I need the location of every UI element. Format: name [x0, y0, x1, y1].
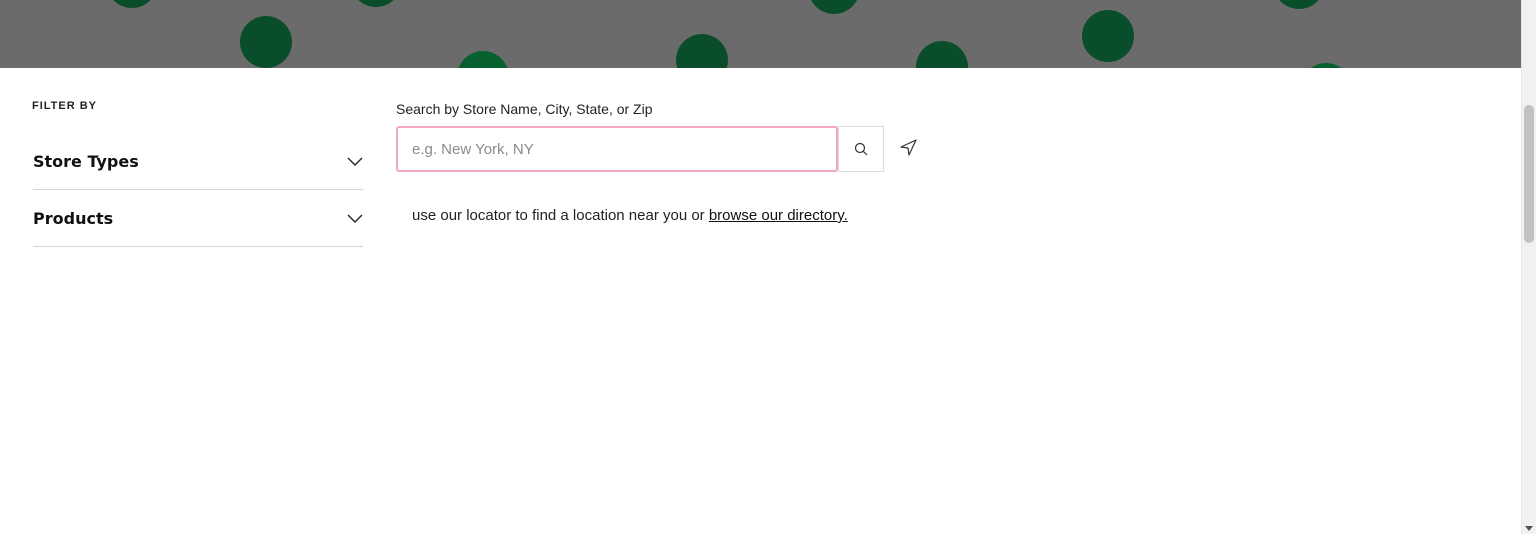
browse-directory-link[interactable]: browse our directory.	[709, 207, 848, 224]
banner-dot	[676, 34, 728, 68]
banner-dot	[240, 16, 292, 68]
search-input[interactable]	[398, 128, 836, 170]
banner-dot	[916, 41, 968, 68]
filter-store-types-label: Store Types	[33, 152, 139, 171]
banner-dot	[808, 0, 860, 14]
chevron-down-icon	[347, 157, 363, 166]
locator-message: use our locator to find a location near …	[412, 207, 848, 224]
banner-dot	[1082, 10, 1134, 62]
search-field[interactable]	[396, 126, 838, 172]
hero-banner	[0, 0, 1521, 68]
filter-store-types[interactable]: Store Types	[33, 133, 363, 190]
scroll-down-arrow-icon[interactable]	[1525, 526, 1533, 531]
banner-dot	[457, 51, 509, 68]
filter-products-label: Products	[33, 209, 114, 228]
scrollbar-thumb[interactable]	[1524, 105, 1534, 243]
banner-dot	[1300, 63, 1352, 68]
search-button[interactable]	[838, 126, 884, 172]
use-my-location-button[interactable]	[896, 136, 920, 160]
filter-products[interactable]: Products	[33, 190, 363, 247]
locator-text: use our locator to find a location near …	[412, 207, 709, 224]
banner-dot	[1273, 0, 1325, 9]
search-icon	[854, 142, 868, 156]
banner-dot	[106, 0, 158, 8]
filter-by-heading: FILTER BY	[32, 100, 98, 112]
search-label: Search by Store Name, City, State, or Zi…	[396, 101, 653, 117]
page-scrollbar[interactable]	[1521, 0, 1536, 534]
location-arrow-icon	[900, 139, 917, 156]
banner-dot	[350, 0, 402, 7]
chevron-down-icon	[347, 214, 363, 223]
